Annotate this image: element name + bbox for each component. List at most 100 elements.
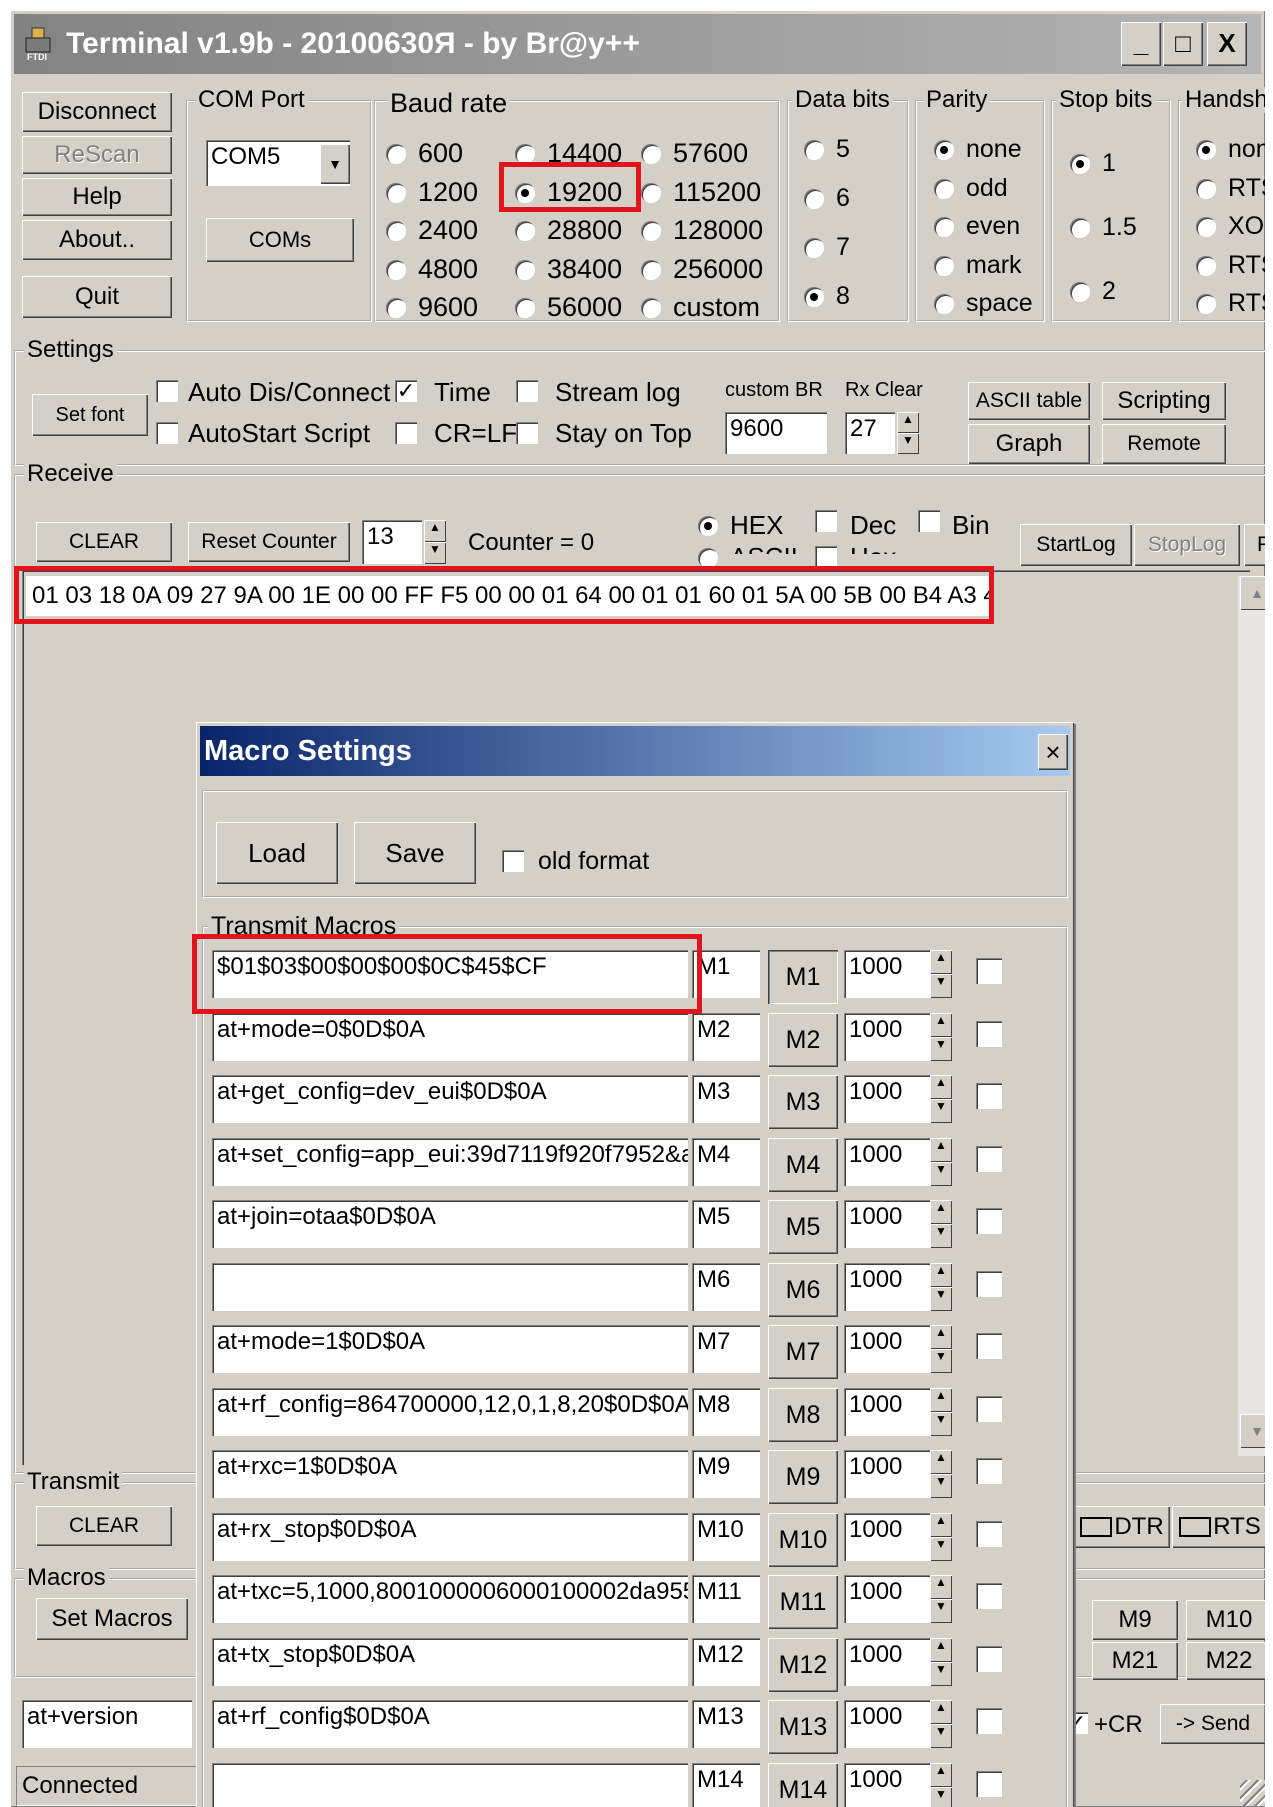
scroll-up-icon[interactable]: ▲: [1240, 576, 1265, 610]
macro-repeat-checkbox[interactable]: [976, 1771, 1002, 1797]
reset-counter-button[interactable]: Reset Counter: [188, 522, 350, 562]
baud-256000-radio[interactable]: [641, 259, 661, 280]
parity-mark-radio[interactable]: [934, 255, 954, 276]
macro-command-input[interactable]: at+set_config=app_eui:39d7119f920f7952&a…: [212, 1138, 688, 1186]
macro-name-input[interactable]: M3: [692, 1075, 760, 1123]
macro-delay-stepper[interactable]: ▲ ▼: [930, 1638, 952, 1686]
macro-name-input[interactable]: M7: [692, 1325, 760, 1373]
macro-name-input[interactable]: M1: [692, 950, 760, 998]
quit-button[interactable]: Quit: [22, 276, 172, 318]
macro-repeat-checkbox[interactable]: [976, 1333, 1002, 1359]
counter-stepper[interactable]: ▲ ▼: [424, 520, 446, 564]
macro-send-button[interactable]: M2: [768, 1013, 838, 1067]
macro-command-input[interactable]: at+get_config=dev_eui$0D$0A: [212, 1075, 688, 1123]
macro-m9-button[interactable]: M9: [1092, 1600, 1178, 1640]
handshaking-rts-radio[interactable]: [1196, 294, 1216, 314]
macro-delay-stepper[interactable]: ▲ ▼: [930, 1263, 952, 1311]
baud-14400-radio[interactable]: [515, 144, 535, 164]
macro-name-input[interactable]: M11: [692, 1575, 760, 1623]
data-bits-5-radio[interactable]: [804, 140, 824, 160]
macro-delay-stepper[interactable]: ▲ ▼: [930, 1075, 952, 1123]
handshaking-rts-radio[interactable]: [1196, 255, 1216, 276]
stop-bits-2-radio[interactable]: [1070, 282, 1090, 302]
handshaking-xon-radio[interactable]: [1196, 217, 1216, 237]
macro-repeat-checkbox[interactable]: [976, 1396, 1002, 1422]
counter-spin-input[interactable]: 13: [362, 520, 422, 564]
macro-delay-stepper[interactable]: ▲ ▼: [930, 1513, 952, 1561]
receive-scrollbar[interactable]: [1238, 576, 1265, 1456]
macro-command-input[interactable]: at+mode=0$0D$0A: [212, 1013, 688, 1061]
parity-none-radio[interactable]: [934, 140, 954, 160]
data-bits-8-radio[interactable]: [804, 287, 824, 307]
dtr-button[interactable]: DTR: [1074, 1506, 1170, 1548]
macro-send-button[interactable]: M8: [768, 1388, 838, 1442]
macro-name-input[interactable]: M9: [692, 1450, 760, 1498]
macro-send-button[interactable]: M12: [768, 1638, 838, 1692]
macro-send-button[interactable]: M13: [768, 1700, 838, 1754]
macro-name-input[interactable]: M8: [692, 1388, 760, 1436]
macro-repeat-checkbox[interactable]: [976, 1458, 1002, 1484]
coms-button[interactable]: COMs: [206, 218, 354, 262]
data-bits-7-radio[interactable]: [804, 238, 824, 258]
save-button[interactable]: Save: [354, 822, 476, 884]
stop-log-button[interactable]: StopLog: [1134, 524, 1240, 566]
macro-command-input[interactable]: at+rxc=1$0D$0A: [212, 1450, 688, 1498]
scripting-button[interactable]: Scripting: [1102, 382, 1226, 420]
resize-grip-icon[interactable]: [1240, 1780, 1265, 1806]
macro-send-button[interactable]: M9: [768, 1450, 838, 1504]
stream-log-checkbox[interactable]: [516, 380, 538, 402]
baud-1200-radio[interactable]: [386, 182, 406, 203]
macro-command-input[interactable]: [212, 1763, 688, 1807]
time-checkbox[interactable]: ✓: [395, 380, 417, 402]
autostart-script-checkbox[interactable]: [156, 422, 178, 444]
macro-send-button[interactable]: M3: [768, 1075, 838, 1129]
stop-bits-1-radio[interactable]: [1070, 154, 1090, 174]
macro-send-button[interactable]: M6: [768, 1263, 838, 1317]
data-bits-6-radio[interactable]: [804, 189, 824, 209]
stay-on-top-checkbox[interactable]: [516, 422, 538, 444]
macro-send-button[interactable]: M1: [768, 950, 838, 1004]
macro-m21-button[interactable]: M21: [1092, 1642, 1178, 1680]
macro-delay-stepper[interactable]: ▲ ▼: [930, 1013, 952, 1061]
baud-custom-radio[interactable]: [641, 298, 661, 318]
macro-command-input[interactable]: at+rf_config=864700000,12,0,1,8,20$0D$0A: [212, 1388, 688, 1436]
macro-command-input[interactable]: at+tx_stop$0D$0A: [212, 1638, 688, 1686]
macro-repeat-checkbox[interactable]: [976, 1021, 1002, 1047]
auto-dis-connect-checkbox[interactable]: [156, 380, 178, 402]
macro-delay-input[interactable]: 1000: [844, 1138, 930, 1186]
rts-button[interactable]: RTS: [1172, 1506, 1265, 1548]
chevron-down-icon[interactable]: ▼: [320, 144, 350, 184]
macro-repeat-checkbox[interactable]: [976, 1646, 1002, 1672]
scroll-down-icon[interactable]: ▼: [1240, 1414, 1265, 1448]
macro-m22-button[interactable]: M22: [1186, 1642, 1265, 1680]
dialog-close-button[interactable]: ×: [1038, 734, 1068, 770]
macro-name-input[interactable]: M13: [692, 1700, 760, 1748]
macro-name-input[interactable]: M2: [692, 1013, 760, 1061]
macro-delay-input[interactable]: 1000: [844, 1700, 930, 1748]
baud-57600-radio[interactable]: [641, 144, 661, 164]
baud-2400-radio[interactable]: [386, 221, 406, 241]
macro-command-input[interactable]: at+mode=1$0D$0A: [212, 1325, 688, 1373]
macro-delay-stepper[interactable]: ▲ ▼: [930, 1325, 952, 1373]
set-macros-button[interactable]: Set Macros: [36, 1598, 188, 1640]
baud-9600-radio[interactable]: [386, 298, 406, 318]
macro-repeat-checkbox[interactable]: [976, 1146, 1002, 1172]
set-font-button[interactable]: Set font: [32, 394, 148, 436]
parity-odd-radio[interactable]: [934, 178, 954, 199]
macro-delay-stepper[interactable]: ▲ ▼: [930, 1200, 952, 1248]
baud-38400-radio[interactable]: [515, 259, 535, 280]
macro-command-input[interactable]: at+rx_stop$0D$0A: [212, 1513, 688, 1561]
macro-delay-input[interactable]: 1000: [844, 950, 930, 998]
macro-delay-stepper[interactable]: ▲ ▼: [930, 1575, 952, 1623]
macro-delay-stepper[interactable]: ▲ ▼: [930, 1700, 952, 1748]
macro-delay-stepper[interactable]: ▲ ▼: [930, 1763, 952, 1807]
send-button[interactable]: -> Send: [1160, 1704, 1265, 1744]
macro-delay-input[interactable]: 1000: [844, 1388, 930, 1436]
p-button[interactable]: P: [1244, 524, 1265, 566]
baud-128000-radio[interactable]: [641, 221, 661, 241]
macro-delay-input[interactable]: 1000: [844, 1263, 930, 1311]
macro-delay-input[interactable]: 1000: [844, 1075, 930, 1123]
macro-delay-input[interactable]: 1000: [844, 1200, 930, 1248]
macro-repeat-checkbox[interactable]: [976, 1583, 1002, 1609]
macro-delay-stepper[interactable]: ▲ ▼: [930, 1388, 952, 1436]
